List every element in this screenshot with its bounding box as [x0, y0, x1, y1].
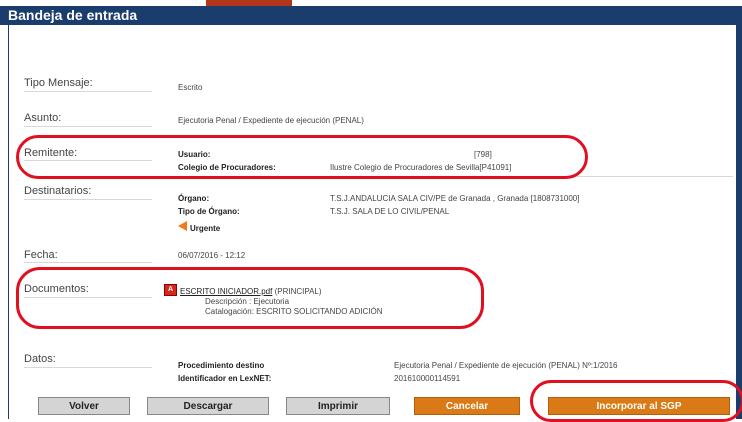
tipo-mensaje-value: Escrito [178, 83, 203, 92]
incorporar-sgp-button[interactable]: Incorporar al SGP [548, 397, 730, 415]
descargar-button[interactable]: Descargar [147, 397, 269, 415]
organo-label: Órgano: [178, 194, 210, 203]
tipo-mensaje-label: Tipo Mensaje: [24, 77, 93, 89]
divider [24, 199, 152, 200]
imprimir-button[interactable]: Imprimir [286, 397, 390, 415]
tipo-organo-label: Tipo de Órgano: [178, 207, 240, 216]
fecha-value: 06/07/2016 - 12:12 [178, 251, 246, 260]
asunto-value: Ejecutoria Penal / Expediente de ejecuci… [178, 116, 364, 125]
urgent-flag-icon [178, 221, 187, 231]
procedimiento-value: Ejecutoria Penal / Expediente de ejecuci… [394, 361, 618, 370]
documentos-highlight [16, 267, 484, 329]
cancelar-button[interactable]: Cancelar [414, 397, 520, 415]
tipo-organo-value: T.S.J. SALA DE LO CIVIL/PENAL [330, 207, 450, 216]
lexnet-value: 201610000114591 [394, 374, 461, 383]
fecha-label: Fecha: [24, 249, 58, 261]
urgente-label: Urgente [190, 224, 221, 233]
procedimiento-label: Procedimiento destino [178, 361, 265, 370]
divider [24, 126, 152, 127]
left-border [8, 25, 9, 419]
divider [24, 262, 152, 263]
datos-label: Datos: [24, 353, 56, 365]
right-border [736, 6, 742, 419]
organo-value: T.S.J.ANDALUCIA SALA CIV/PE de Granada ,… [330, 194, 580, 203]
window-title: Bandeja de entrada [8, 7, 138, 23]
volver-button[interactable]: Volver [38, 397, 130, 415]
divider [24, 367, 152, 368]
divider [24, 91, 152, 92]
lexnet-label: Identificador en LexNET: [178, 374, 272, 383]
window-titlebar: Bandeja de entrada [0, 6, 742, 25]
remitente-highlight [16, 135, 588, 179]
asunto-label: Asunto: [24, 112, 62, 124]
destinatarios-label: Destinatarios: [24, 185, 92, 197]
